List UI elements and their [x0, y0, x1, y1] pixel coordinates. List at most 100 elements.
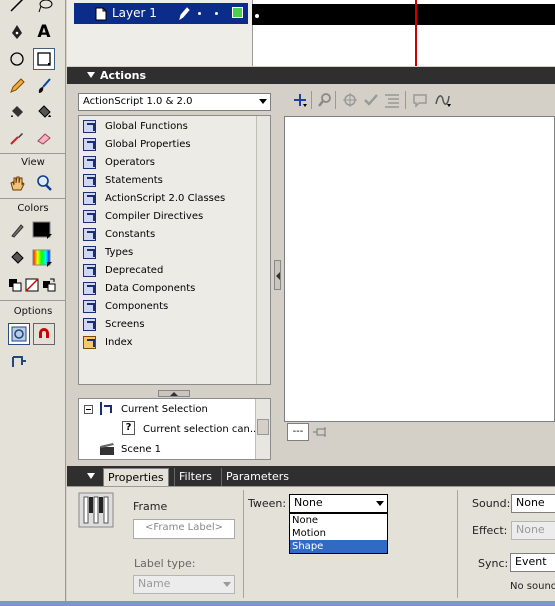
divider-grip[interactable]	[158, 390, 190, 397]
tween-option-none[interactable]: None	[290, 514, 387, 527]
toolbox-collapse-grip[interactable]	[274, 260, 281, 290]
book-icon	[83, 281, 96, 295]
line-tool-icon[interactable]	[6, 0, 28, 16]
eraser-tool-icon[interactable]	[33, 127, 55, 149]
zoom-tool-icon[interactable]	[33, 172, 55, 194]
toolbox-item[interactable]: Components	[83, 297, 258, 315]
toolbox-item[interactable]: Compiler Directives	[83, 207, 258, 225]
smooth-option-icon[interactable]	[8, 351, 30, 373]
add-statement-icon[interactable]	[292, 92, 308, 111]
frame-properties-icon	[78, 492, 114, 531]
minus-icon	[86, 409, 91, 410]
snap-to-objects-icon[interactable]	[33, 323, 55, 345]
insert-target-path-icon[interactable]	[342, 92, 358, 111]
pin-script-icon[interactable]	[312, 425, 328, 442]
layer-outline-swatch[interactable]	[232, 7, 243, 18]
show-code-hint-icon[interactable]	[411, 92, 429, 111]
hand-tool-icon[interactable]	[6, 172, 28, 194]
stroke-color-icon[interactable]	[6, 219, 28, 241]
navigator-scrollbar[interactable]	[255, 399, 270, 459]
toolbox-item[interactable]: ActionScript 2.0 Classes	[83, 189, 258, 207]
collapse-triangle-icon[interactable]	[87, 72, 95, 78]
eyedropper-tool-icon[interactable]	[6, 127, 28, 149]
sound-select[interactable]: None	[511, 494, 555, 513]
layer-visibility-dot[interactable]	[198, 12, 201, 15]
layer-row[interactable]: Layer 1	[74, 3, 248, 24]
toolbox-item[interactable]: Screens	[83, 315, 258, 333]
layer-lock-dot[interactable]	[215, 12, 218, 15]
props-separator	[243, 490, 244, 598]
collapse-triangle-icon[interactable]	[87, 473, 95, 479]
tab-parameters[interactable]: Parameters	[221, 468, 293, 486]
tab-properties[interactable]: Properties	[103, 468, 169, 486]
find-icon[interactable]	[317, 92, 333, 111]
fill-color-swatch[interactable]	[32, 247, 54, 269]
toolbox-item[interactable]: Operators	[83, 153, 258, 171]
text-tool-icon[interactable]: A	[33, 21, 55, 43]
rectangle-tool-icon[interactable]	[33, 48, 55, 70]
sync-label: Sync:	[478, 557, 509, 570]
pencil-tool-icon[interactable]	[6, 75, 28, 97]
pen-tool-icon[interactable]	[6, 21, 28, 43]
tree-current-selection-child[interactable]: Current selection can...	[143, 424, 259, 435]
effect-select[interactable]: None	[511, 521, 555, 540]
script-tab-bar: ---	[284, 422, 555, 444]
debug-options-icon[interactable]	[433, 92, 453, 111]
actions-panel-header[interactable]: Actions	[67, 67, 555, 84]
colors-label: Colors	[17, 203, 49, 214]
check-syntax-icon[interactable]	[363, 92, 379, 111]
lasso-tool-icon[interactable]	[33, 0, 55, 16]
label-type-select[interactable]: Name	[133, 575, 235, 594]
brush-tool-icon[interactable]	[33, 75, 55, 97]
tween-option-shape[interactable]: Shape	[290, 540, 387, 553]
sync-select[interactable]: Event	[510, 553, 555, 572]
book-icon	[83, 137, 96, 151]
tween-select[interactable]: None	[289, 494, 388, 513]
effect-label: Effect:	[472, 524, 508, 537]
clapper-icon	[99, 442, 115, 459]
toolbox-item[interactable]: Statements	[83, 171, 258, 189]
object-drawing-icon[interactable]	[8, 323, 30, 345]
script-tab[interactable]: ---	[287, 423, 309, 441]
toolbar-separator	[405, 91, 406, 109]
toolbox-item[interactable]: Deprecated	[83, 261, 258, 279]
tab-filters[interactable]: Filters	[174, 468, 216, 486]
no-color-icon[interactable]	[23, 274, 41, 296]
collapse-box-icon[interactable]	[84, 405, 93, 414]
actionscript-version-select[interactable]: ActionScript 1.0 & 2.0	[78, 93, 271, 111]
paint-bucket-tool-icon[interactable]	[33, 101, 55, 123]
tree-current-selection[interactable]: Current Selection	[121, 404, 208, 415]
tween-option-motion[interactable]: Motion	[290, 527, 387, 540]
stroke-color-swatch[interactable]	[32, 219, 54, 241]
frame-label-input[interactable]: <Frame Label>	[133, 519, 235, 539]
toolbox-item[interactable]: Global Properties	[83, 135, 258, 153]
tree-scene[interactable]: Scene 1	[121, 444, 161, 455]
oval-tool-icon[interactable]	[6, 48, 28, 70]
pane-divider[interactable]	[78, 389, 271, 397]
scrollbar-thumb[interactable]	[257, 419, 269, 435]
chevron-up-icon	[170, 392, 178, 396]
toolbox-item-index[interactable]: Index	[83, 333, 258, 351]
layer-pencil-icon[interactable]	[178, 6, 190, 23]
tween-label: Tween:	[248, 497, 287, 510]
toolbox-scrollbar[interactable]	[256, 116, 270, 384]
toolbox-item[interactable]: Data Components	[83, 279, 258, 297]
toolbox-item[interactable]: Constants	[83, 225, 258, 243]
swap-colors-icon[interactable]	[40, 274, 58, 296]
tools-panel: A View Colors Options	[0, 0, 66, 606]
toolbar-separator	[311, 91, 312, 109]
toolbox-item[interactable]: Global Functions	[83, 117, 258, 135]
auto-format-icon[interactable]	[383, 92, 401, 111]
keyframe-span[interactable]	[252, 4, 555, 25]
props-separator	[457, 490, 458, 598]
chevron-down-icon	[223, 582, 231, 587]
selection-icon	[100, 402, 102, 415]
frame-label: Frame	[133, 500, 168, 513]
ink-bottle-tool-icon[interactable]	[6, 101, 28, 123]
toolbox-item[interactable]: Types	[83, 243, 258, 261]
playhead[interactable]	[415, 0, 417, 66]
book-icon	[83, 317, 96, 331]
black-and-white-icon[interactable]	[6, 274, 24, 296]
script-editor[interactable]	[284, 116, 555, 422]
fill-color-icon[interactable]	[6, 247, 28, 269]
